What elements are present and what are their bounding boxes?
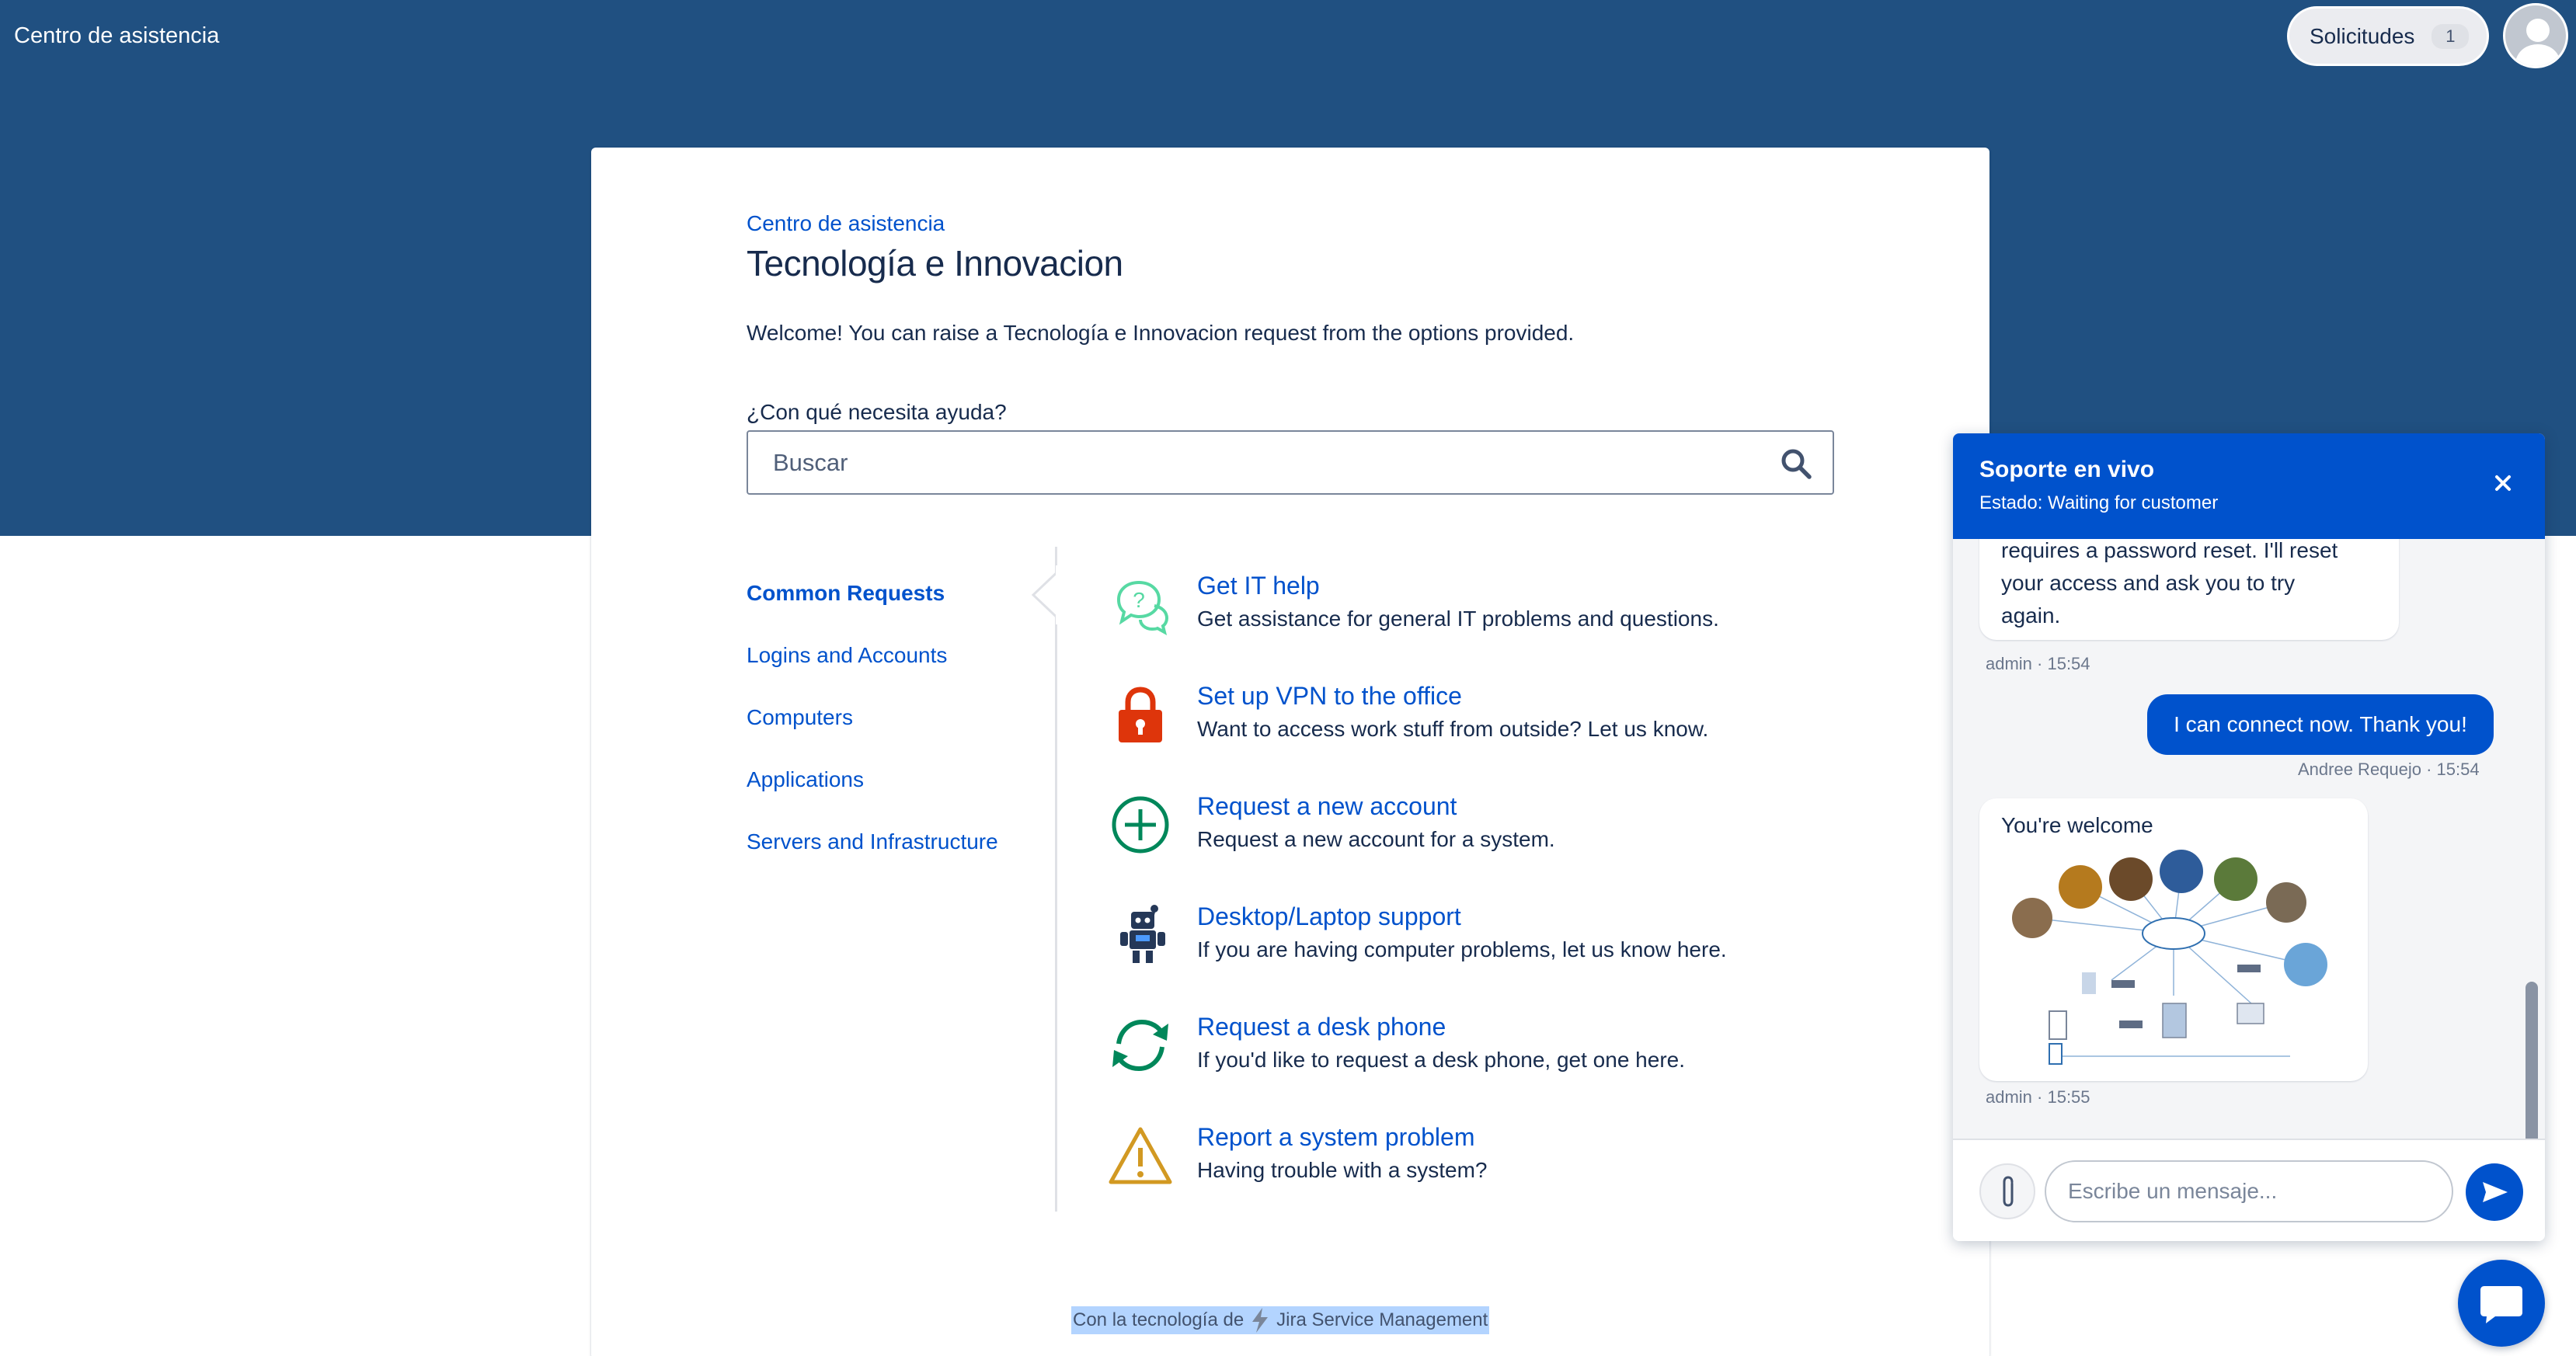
request-type-title[interactable]: Desktop/Laptop support: [1197, 902, 1461, 931]
request-type-description: Having trouble with a system?: [1197, 1158, 1488, 1182]
message-meta: admin · 15:55: [1986, 1087, 2090, 1107]
request-type-title[interactable]: Request a desk phone: [1197, 1013, 1446, 1041]
message-input[interactable]: [2045, 1160, 2453, 1222]
svg-text:?: ?: [1133, 588, 1145, 612]
chat-message-outgoing: I can connect now. Thank you!: [2147, 694, 2494, 755]
live-chat-widget: Soporte en vivo Estado: Waiting for cust…: [1953, 433, 2545, 1241]
page-title: Tecnología e Innovacion: [747, 243, 1123, 283]
request-type-description: If you are having computer problems, let…: [1197, 937, 1727, 961]
group-computers[interactable]: Computers: [747, 705, 853, 730]
chat-message-incoming: requires a password reset. I'll reset yo…: [1979, 539, 2399, 640]
request-type-description: If you'd like to request a desk phone, g…: [1197, 1048, 1685, 1072]
chat-bubble-icon: [2480, 1286, 2522, 1323]
jira-bolt-icon: [1252, 1308, 1269, 1333]
paperclip-icon: [2003, 1176, 2014, 1207]
question-bubbles-icon: ?: [1116, 580, 1169, 635]
requests-button[interactable]: Solicitudes 1: [2287, 6, 2489, 66]
send-button[interactable]: [2466, 1163, 2523, 1221]
chat-title: Soporte en vivo: [1979, 457, 2155, 482]
welcome-message: Welcome! You can raise a Tecnología e In…: [747, 321, 1575, 345]
message-meta: admin · 15:54: [1986, 654, 2090, 673]
request-type-description: Request a new account for a system.: [1197, 827, 1555, 851]
search-input[interactable]: [748, 432, 1758, 493]
robot-icon: [1120, 905, 1165, 963]
refresh-arrows-icon: [1112, 1019, 1168, 1072]
request-type-title[interactable]: Report a system problem: [1197, 1123, 1474, 1152]
message-line: your access and ask you to try: [2001, 571, 2296, 595]
network-diagram-image: [1995, 848, 2352, 1069]
group-logins-accounts[interactable]: Logins and Accounts: [747, 643, 947, 668]
requests-label: Solicitudes: [2310, 23, 2415, 48]
chat-message-incoming: You're welcome: [1979, 798, 2368, 1081]
request-type-title[interactable]: Get IT help: [1197, 572, 1320, 600]
powered-by-footer[interactable]: Con la tecnología de Jira Service Manage…: [1071, 1306, 1490, 1334]
send-icon: [2483, 1182, 2508, 1202]
search-box: [747, 430, 1834, 495]
attach-button[interactable]: [1979, 1163, 2035, 1219]
footer-prefix: Con la tecnología de: [1073, 1309, 1244, 1330]
group-servers-infrastructure[interactable]: Servers and Infrastructure: [747, 829, 998, 854]
search-icon[interactable]: [1780, 447, 1812, 480]
message-text: You're welcome: [2001, 813, 2153, 837]
group-applications[interactable]: Applications: [747, 767, 864, 792]
message-line: requires a password reset. I'll reset: [2001, 539, 2338, 562]
requests-count-badge: 1: [2432, 23, 2470, 49]
site-title-link[interactable]: Centro de asistencia: [14, 23, 219, 49]
avatar[interactable]: [2503, 3, 2568, 68]
close-icon[interactable]: [2489, 469, 2517, 497]
chat-messages: requires a password reset. I'll reset yo…: [1953, 539, 2545, 1184]
chat-launcher-button[interactable]: [2458, 1260, 2545, 1347]
request-type-description: Get assistance for general IT problems a…: [1197, 607, 1719, 631]
breadcrumb[interactable]: Centro de asistencia: [747, 211, 945, 236]
plus-circle-icon: [1112, 796, 1169, 854]
request-type-description: Want to access work stuff from outside? …: [1197, 717, 1709, 741]
message-line: again.: [2001, 603, 2061, 628]
request-type-title[interactable]: Set up VPN to the office: [1197, 682, 1462, 711]
request-type-title[interactable]: Request a new account: [1197, 792, 1457, 821]
footer-product: Jira Service Management: [1276, 1309, 1488, 1330]
chat-status: Estado: Waiting for customer: [1979, 492, 2219, 513]
message-meta: Andree Requejo · 15:54: [2298, 760, 2480, 779]
padlock-icon: [1119, 687, 1162, 742]
active-group-pointer: [1031, 565, 1064, 624]
groups-divider: [1055, 547, 1057, 1212]
chat-composer: [1953, 1139, 2545, 1241]
group-common-requests[interactable]: Common Requests: [747, 581, 945, 606]
chat-header: Soporte en vivo Estado: Waiting for cust…: [1953, 433, 2545, 539]
warning-triangle-icon: [1109, 1127, 1172, 1184]
search-label: ¿Con qué necesita ayuda?: [747, 400, 1007, 424]
